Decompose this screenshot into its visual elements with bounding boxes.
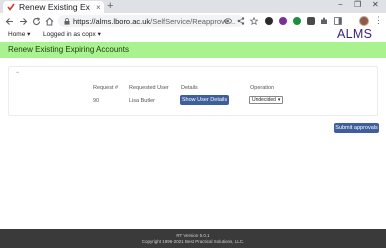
operation-select-value: Undecided	[252, 97, 276, 103]
extension-icon[interactable]	[293, 17, 301, 25]
request-number-cell: 90	[93, 98, 100, 104]
url-host: https://alms.lboro.ac.uk	[73, 16, 151, 26]
tab-title: Renew Existing Ex	[19, 2, 90, 12]
tab-close-icon[interactable]: ×	[96, 3, 101, 12]
browser-tab[interactable]: Renew Existing Ex ×	[3, 1, 104, 13]
url-text: https://alms.lboro.ac.uk/SelfService/Rea…	[73, 17, 243, 26]
requested-user-cell: Lisa Butler	[129, 98, 155, 104]
back-icon[interactable]	[5, 17, 14, 26]
app-nav-bar: Home ▾ Logged in as copx ▾	[0, 29, 386, 40]
new-tab-button[interactable]: +	[107, 0, 113, 12]
operation-select[interactable]: Undecided ▾	[249, 96, 283, 104]
extension-icon[interactable]	[279, 17, 287, 25]
column-header-requested-user: Requested User	[129, 85, 169, 91]
address-bar[interactable]: https://alms.lboro.ac.uk/SelfService/Rea…	[58, 15, 244, 27]
footer-version: RT Version 5.0.1	[176, 233, 210, 238]
bookmark-star-icon[interactable]	[250, 17, 258, 25]
maximize-icon[interactable]: ❐	[354, 0, 361, 9]
collapse-icon[interactable]: ⌃	[15, 71, 20, 78]
share-icon[interactable]	[237, 17, 245, 25]
brand-logo: ALMS	[337, 27, 373, 41]
checkmark-favicon-icon	[7, 3, 15, 11]
sidebar-icon[interactable]	[334, 17, 342, 25]
view-icon[interactable]	[224, 17, 232, 25]
chevron-down-icon: ▾	[277, 97, 281, 103]
browser-tab-bar: Renew Existing Ex × + − ❐ ✕	[0, 0, 386, 13]
show-user-details-button[interactable]: Show User Details	[180, 95, 229, 105]
more-menu-icon[interactable]: ⋮	[374, 15, 383, 26]
footer: RT Version 5.0.1 Copyright 1996-2021 Bes…	[0, 229, 386, 248]
home-icon[interactable]	[45, 17, 54, 26]
extension-icon[interactable]	[265, 17, 273, 25]
footer-copyright: Copyright 1996-2021 Best Practical Solut…	[141, 239, 245, 244]
profile-avatar[interactable]	[359, 16, 369, 26]
minimize-icon[interactable]: −	[338, 0, 343, 9]
reload-icon[interactable]	[32, 17, 41, 26]
lock-icon	[64, 17, 70, 25]
url-path: /SelfService/Reapprove...	[150, 16, 236, 26]
submit-approvals-button[interactable]: Submit approvals	[334, 123, 379, 133]
column-header-request: Request #	[93, 85, 119, 91]
page-title-banner: Renew Existing Expiring Accounts	[0, 42, 386, 58]
nav-home-menu[interactable]: Home ▾	[8, 30, 30, 38]
extension-icon[interactable]	[307, 17, 315, 25]
nav-user-menu[interactable]: Logged in as copx ▾	[43, 30, 101, 38]
puzzle-icon[interactable]	[320, 17, 328, 25]
requests-panel: ⌃ Request # Requested User Details Opera…	[8, 66, 378, 116]
window-close-icon[interactable]: ✕	[372, 0, 379, 9]
column-header-details: Details	[181, 85, 198, 91]
browser-toolbar: https://alms.lboro.ac.uk/SelfService/Rea…	[0, 13, 386, 29]
page-title: Renew Existing Expiring Accounts	[8, 45, 129, 54]
forward-icon[interactable]	[19, 17, 28, 26]
column-header-operation: Operation	[250, 85, 275, 91]
